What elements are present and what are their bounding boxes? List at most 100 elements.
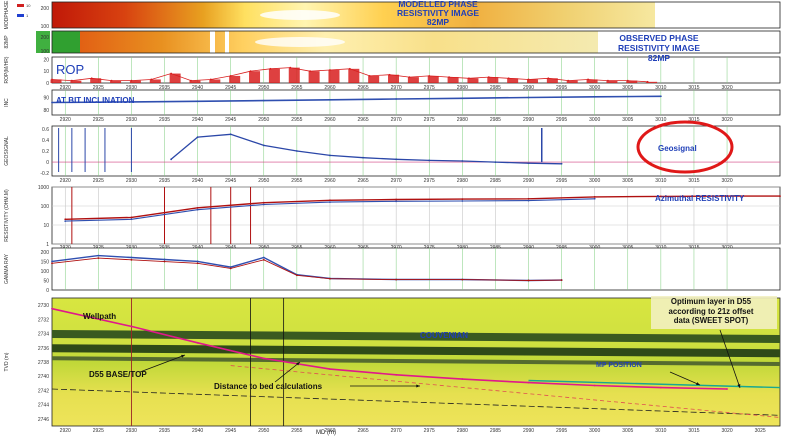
x-tick-label: 2970 bbox=[391, 178, 402, 184]
data-point-cross_section bbox=[527, 381, 530, 384]
data-point-rop bbox=[229, 75, 232, 77]
data-point-resistivity bbox=[130, 218, 133, 221]
x-tick-label: 2935 bbox=[159, 117, 170, 123]
data-point-gamma bbox=[163, 260, 166, 263]
x-tick-label: 3005 bbox=[622, 178, 633, 184]
x-tick-label: 3015 bbox=[688, 428, 699, 434]
x-tick-label: 2925 bbox=[93, 178, 104, 184]
y-tick-label: 100 bbox=[41, 269, 50, 275]
data-point-rop bbox=[329, 69, 331, 71]
data-point-resistivity bbox=[593, 196, 596, 198]
y-tick-label: 150 bbox=[41, 259, 50, 265]
y-axis-label-rop: ROP(M/HR) bbox=[4, 56, 10, 83]
y-tick-label: 2736 bbox=[38, 346, 49, 352]
x-tick-label: 2965 bbox=[357, 428, 368, 434]
data-point-inclination bbox=[196, 100, 199, 103]
modelled-blank bbox=[655, 2, 780, 28]
rop-bar bbox=[268, 68, 280, 83]
y-tick-label: 10 bbox=[43, 223, 49, 229]
data-point-inclination bbox=[329, 98, 331, 101]
data-point-inclination bbox=[461, 97, 464, 100]
data-point-gamma bbox=[51, 262, 53, 265]
y-tick-label: 200 bbox=[41, 250, 50, 256]
y-axis-label-inclination: INC bbox=[4, 98, 10, 107]
data-point-rop bbox=[388, 73, 391, 76]
x-tick-label: 2940 bbox=[192, 117, 203, 123]
y-tick-label: 2738 bbox=[38, 360, 49, 366]
x-tick-label: 2980 bbox=[457, 117, 468, 123]
data-point-rop bbox=[368, 75, 371, 77]
distance-label: Distance to bed calculations bbox=[214, 382, 323, 391]
y-tick-label: 1 bbox=[46, 242, 49, 248]
y-axis-label-modelled: MODPHASE bbox=[4, 0, 10, 29]
data-point-rop bbox=[348, 67, 351, 70]
y-tick-label: 100 bbox=[41, 204, 50, 210]
x-tick-label: 2985 bbox=[490, 178, 501, 184]
data-point-rop bbox=[289, 66, 292, 69]
data-point-rop bbox=[547, 77, 550, 80]
x-tick-label: 2990 bbox=[523, 178, 534, 184]
x-tick-label: 2970 bbox=[391, 428, 402, 434]
y-tick-label: 100 bbox=[41, 49, 50, 55]
data-point-resistivity bbox=[64, 220, 67, 223]
data-point-resistivity bbox=[196, 208, 199, 211]
modelled-hotspot bbox=[260, 10, 340, 20]
data-point-rop bbox=[587, 78, 589, 81]
y-tick-label: 2742 bbox=[38, 388, 49, 394]
legend-swatch-high bbox=[17, 4, 24, 7]
y-tick-label: -0.2 bbox=[40, 171, 49, 177]
data-point-geosignal bbox=[196, 136, 199, 139]
data-point-resistivity bbox=[779, 195, 781, 198]
data-point-gamma bbox=[262, 258, 265, 261]
x-tick-label: 3020 bbox=[721, 428, 732, 434]
x-tick-label: 2940 bbox=[192, 178, 203, 184]
y-tick-label: 2740 bbox=[38, 374, 49, 380]
data-point-geosignal bbox=[395, 158, 398, 161]
x-tick-label: 2950 bbox=[258, 117, 269, 123]
data-point-geosignal bbox=[560, 162, 563, 165]
x-tick-label: 2955 bbox=[291, 117, 302, 123]
data-point-resistivity bbox=[461, 200, 464, 202]
observed-gap bbox=[210, 31, 215, 53]
x-tick-label: 2970 bbox=[391, 117, 402, 123]
y-tick-label: 100 bbox=[41, 24, 50, 30]
y-tick-label: 2746 bbox=[38, 417, 49, 423]
data-point-resistivity bbox=[262, 203, 265, 206]
inclination-label: AT BIT INCLINATION bbox=[56, 96, 135, 105]
data-point-cross_section bbox=[726, 388, 728, 390]
data-point-resistivity bbox=[130, 216, 133, 219]
data-point-rop bbox=[209, 78, 212, 81]
data-point-geosignal bbox=[362, 156, 364, 159]
data-point-cross_section bbox=[461, 378, 464, 380]
rop-bar bbox=[288, 67, 300, 83]
y-tick-label: 90 bbox=[43, 96, 49, 102]
x-tick-label: 3020 bbox=[721, 117, 732, 123]
x-tick-label: 2955 bbox=[291, 428, 302, 434]
data-point-gamma bbox=[229, 267, 232, 270]
data-point-geosignal bbox=[494, 161, 497, 164]
x-tick-label: 2995 bbox=[556, 428, 567, 434]
y-tick-label: 50 bbox=[43, 278, 49, 284]
panel-frame-gamma bbox=[51, 247, 781, 291]
rop-bar bbox=[368, 75, 380, 83]
x-tick-label: 2990 bbox=[523, 428, 534, 434]
y-tick-label: 200 bbox=[41, 6, 50, 12]
observed-hotspot bbox=[255, 37, 345, 47]
data-point-cross_section bbox=[395, 373, 398, 376]
x-tick-label: 3015 bbox=[688, 178, 699, 184]
data-point-inclination bbox=[659, 95, 662, 98]
modelled-image-label: MODELLED PHASE RESISTIVITY IMAGE 82MP bbox=[396, 0, 480, 27]
data-point-geosignal bbox=[527, 162, 530, 165]
x-tick-label: 2965 bbox=[357, 117, 368, 123]
rop-bar bbox=[348, 68, 360, 83]
x-tick-label: 2935 bbox=[159, 428, 170, 434]
data-point-geosignal bbox=[461, 160, 464, 162]
x-tick-label: 2945 bbox=[225, 428, 236, 434]
x-tick-label: 2940 bbox=[192, 428, 203, 434]
y-tick-label: 2734 bbox=[38, 332, 49, 338]
legend-label: 1 bbox=[26, 13, 29, 18]
x-tick-label: 2980 bbox=[457, 178, 468, 184]
data-point-gamma bbox=[196, 262, 199, 265]
data-point-geosignal bbox=[262, 144, 265, 147]
data-point-gamma bbox=[97, 254, 100, 257]
